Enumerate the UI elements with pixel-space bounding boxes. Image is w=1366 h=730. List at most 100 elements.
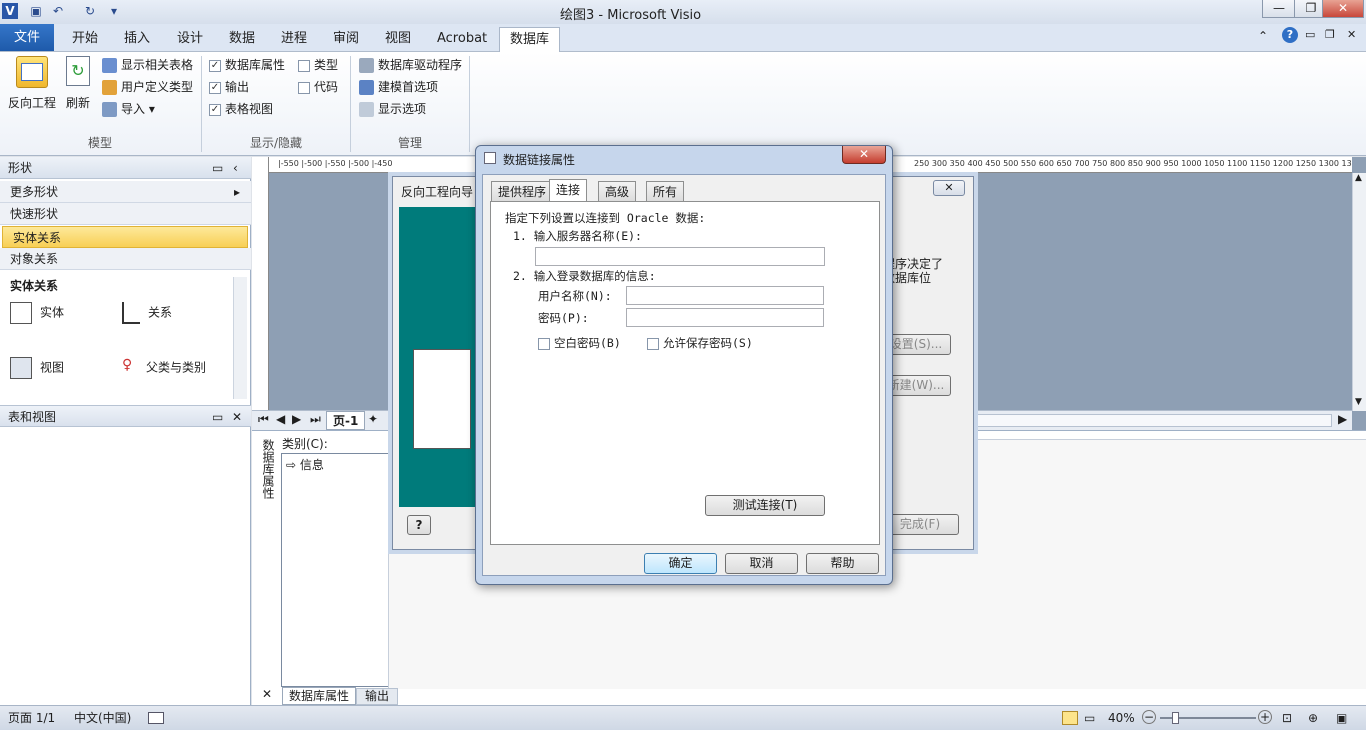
next-page-icon[interactable]: ▶ — [292, 412, 301, 426]
user-defined-types-label: 用户定义类型 — [121, 80, 194, 94]
fit-page-icon[interactable]: ⊡ — [1282, 706, 1292, 730]
stencil-scrollbar[interactable] — [233, 277, 247, 399]
quick-shapes-label: 快速形状 — [10, 207, 59, 221]
undo-icon[interactable]: ↶ — [50, 3, 66, 19]
pane-collapse-icon[interactable]: ‹ — [233, 157, 238, 179]
doc-restore-icon[interactable]: ❐ — [1325, 28, 1335, 41]
tab-insert[interactable]: 插入 — [114, 27, 160, 51]
tab-advanced[interactable]: 高级 — [598, 181, 637, 201]
zoom-slider-thumb[interactable] — [1172, 712, 1179, 724]
pane-minimize-icon[interactable]: ▭ — [212, 157, 223, 179]
help-icon[interactable]: ? — [1282, 27, 1298, 43]
doc-close-icon[interactable]: ✕ — [1347, 28, 1356, 41]
shape-category[interactable]: ♀ 父类与类别 — [122, 357, 206, 379]
save-icon[interactable]: ▣ — [28, 3, 44, 19]
db-drivers-button[interactable]: 数据库驱动程序 — [359, 56, 462, 74]
tab-data[interactable]: 数据 — [219, 27, 265, 51]
code-checkbox[interactable]: 代码 — [298, 78, 338, 96]
tab-file[interactable]: 文件 — [0, 24, 54, 51]
types-checkbox[interactable]: 类型 — [298, 56, 338, 74]
customize-toolbar-icon[interactable]: ▾ — [106, 3, 122, 19]
shape-view[interactable]: 视图 — [10, 357, 64, 379]
last-page-icon[interactable]: ⏭ — [310, 412, 321, 427]
scroll-down-icon[interactable]: ▼ — [1355, 397, 1362, 407]
entity-relationship-label: 实体关系 — [13, 231, 62, 245]
shapes-pane-header: 形状 ▭ ‹ — [0, 157, 251, 179]
tab-acrobat[interactable]: Acrobat — [427, 27, 497, 51]
tab-database[interactable]: 数据库 — [499, 27, 561, 53]
wizard-help-icon[interactable]: ? — [407, 515, 431, 535]
table-view-checkbox[interactable]: ✓ 表格视图 — [209, 100, 273, 118]
group-manage-label: 管理 — [397, 136, 422, 150]
output-checkbox[interactable]: ✓ 输出 — [209, 78, 249, 96]
close-button[interactable]: ✕ — [1322, 0, 1364, 18]
wizard-close-button[interactable]: ✕ — [933, 180, 965, 196]
zoom-out-icon[interactable]: − — [1142, 710, 1156, 724]
user-defined-types-button[interactable]: 用户定义类型 — [102, 78, 193, 96]
allow-save-password-label: 允许保存密码(S) — [663, 336, 753, 350]
shape-entity[interactable]: 实体 — [10, 302, 64, 324]
tab-all[interactable]: 所有 — [646, 181, 685, 201]
doc-minimize-icon[interactable]: ▭ — [1305, 28, 1315, 41]
tab-provider[interactable]: 提供程序 — [491, 181, 554, 201]
scroll-up-icon[interactable]: ▲ — [1355, 173, 1362, 183]
status-page[interactable]: 页面 1/1 — [8, 706, 55, 730]
allow-save-password-checkbox[interactable]: 允许保存密码(S) — [647, 335, 753, 351]
prev-page-icon[interactable]: ◀ — [276, 412, 285, 426]
collapse-ribbon-icon[interactable]: ⌃ — [1258, 29, 1268, 43]
tab-output[interactable]: 输出 — [356, 688, 399, 705]
instruction-text: 指定下列设置以连接到 Oracle 数据: — [505, 211, 706, 225]
switch-windows-icon[interactable]: ▣ — [1336, 706, 1347, 730]
tab-home[interactable]: 开始 — [62, 27, 108, 51]
panel-close-icon[interactable]: ✕ — [262, 687, 272, 701]
blank-password-checkbox[interactable]: 空白密码(B) — [538, 335, 621, 351]
cancel-button[interactable]: 取消 — [725, 553, 798, 574]
tab-view[interactable]: 视图 — [375, 27, 421, 51]
presentation-icon[interactable]: ▭ — [1084, 706, 1095, 730]
object-relational-item[interactable]: 对象关系 — [0, 248, 251, 270]
tab-review[interactable]: 审阅 — [323, 27, 369, 51]
server-name-input[interactable] — [535, 247, 825, 266]
modeling-prefs-button[interactable]: 建模首选项 — [359, 78, 438, 96]
checked-icon: ✓ — [209, 103, 221, 116]
more-shapes-item[interactable]: 更多形状 ▸ — [0, 181, 251, 203]
username-input[interactable] — [626, 286, 824, 305]
first-page-icon[interactable]: ⏮ — [258, 412, 269, 427]
category-item-info[interactable]: ⇨ 信息 — [282, 454, 388, 475]
scroll-right-icon[interactable]: ▶ — [1338, 412, 1347, 426]
category-list[interactable]: ⇨ 信息 — [281, 453, 389, 687]
test-connection-button[interactable]: 测试连接(T) — [705, 495, 825, 516]
tab-design[interactable]: 设计 — [167, 27, 213, 51]
zoom-in-icon[interactable]: + — [1258, 710, 1272, 724]
status-language[interactable]: 中文(中国) — [74, 706, 131, 730]
tab-process[interactable]: 进程 — [271, 27, 317, 51]
shape-relationship[interactable]: 关系 — [122, 302, 172, 324]
pane-close-icon[interactable]: ✕ — [232, 406, 242, 428]
pan-zoom-icon[interactable]: ⊕ — [1308, 706, 1318, 730]
pane-minimize-icon[interactable]: ▭ — [212, 406, 223, 428]
reverse-engineer-button[interactable]: 反向工程 — [6, 56, 58, 112]
password-label: 密码(P): — [538, 311, 589, 325]
dialog-close-button[interactable]: ✕ — [842, 146, 886, 164]
visio-app-icon[interactable]: V — [2, 3, 18, 19]
full-screen-icon[interactable] — [1062, 711, 1078, 725]
tab-connection[interactable]: 连接 — [549, 179, 588, 202]
tab-db-properties[interactable]: 数据库属性 — [282, 687, 357, 705]
db-properties-checkbox[interactable]: ✓ 数据库属性 — [209, 56, 285, 74]
entity-relationship-item[interactable]: 实体关系 — [2, 226, 248, 248]
minimize-button[interactable]: — — [1262, 0, 1296, 18]
ok-button[interactable]: 确定 — [644, 553, 717, 574]
refresh-button[interactable]: ↻ 刷新 — [62, 56, 94, 112]
password-input[interactable] — [626, 308, 824, 327]
vertical-scrollbar[interactable]: ▲ ▼ — [1352, 173, 1366, 411]
zoom-level[interactable]: 40% — [1108, 706, 1135, 730]
page-1-tab[interactable]: 页-1 — [326, 411, 366, 430]
show-related-tables-button[interactable]: 显示相关表格 — [102, 56, 193, 74]
import-button[interactable]: 导入 ▾ — [102, 100, 155, 118]
macro-icon[interactable] — [148, 712, 164, 724]
quick-shapes-item[interactable]: 快速形状 — [0, 203, 251, 225]
help-button[interactable]: 帮助 — [806, 553, 879, 574]
display-options-button[interactable]: 显示选项 — [359, 100, 426, 118]
insert-page-icon[interactable]: ✦ — [368, 412, 378, 426]
redo-icon[interactable]: ↻ — [82, 3, 98, 19]
